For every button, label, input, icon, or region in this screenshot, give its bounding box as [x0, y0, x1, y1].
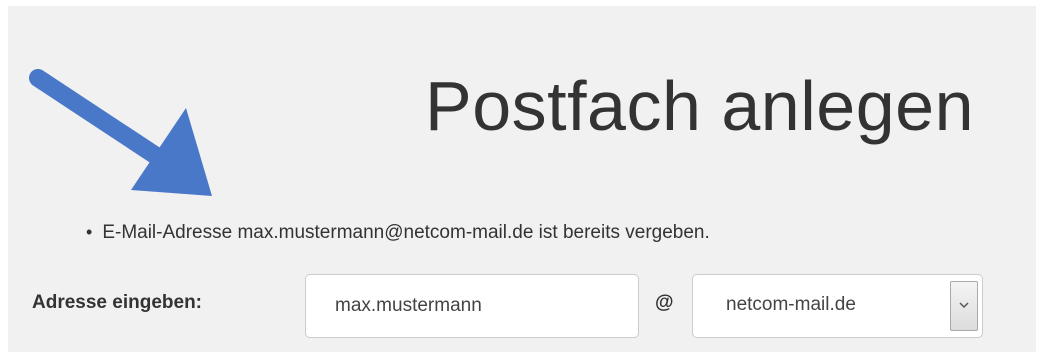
page-title: Postfach anlegen — [425, 67, 974, 145]
error-list: • E-Mail-Adresse max.mustermann@netcom-ma… — [86, 222, 710, 244]
address-input[interactable] — [305, 274, 639, 338]
annotation-arrow-icon — [29, 69, 212, 196]
address-label: Adresse eingeben: — [32, 292, 202, 313]
bullet-icon: • — [86, 222, 93, 242]
dropdown-button[interactable] — [950, 281, 978, 331]
error-message-text: E-Mail-Adresse max.mustermann@netcom-mai… — [102, 222, 710, 243]
at-sign: @ — [655, 292, 674, 313]
domain-select[interactable]: netcom-mail.de — [692, 274, 983, 338]
error-message: • E-Mail-Adresse max.mustermann@netcom-ma… — [86, 222, 710, 244]
form-panel: Postfach anlegen • E-Mail-Adresse max.mus… — [8, 6, 1036, 352]
domain-selected-value: netcom-mail.de — [726, 294, 856, 315]
chevron-down-icon — [959, 302, 969, 309]
